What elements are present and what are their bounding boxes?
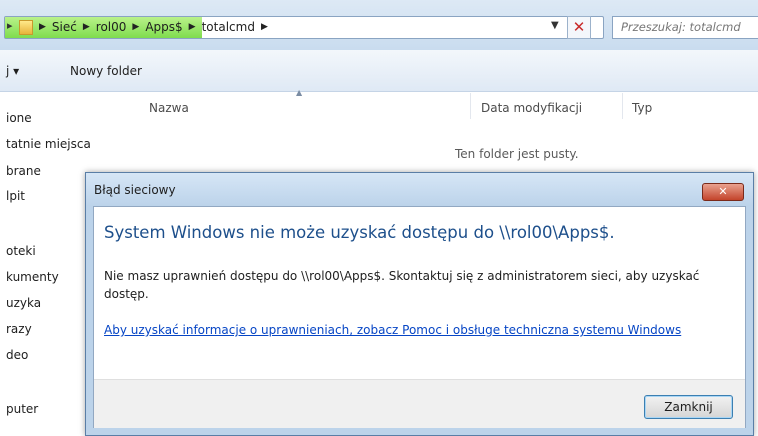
dialog-title: Błąd sieciowy [94,183,176,197]
breadcrumb-item-siec[interactable]: Sieć [52,20,77,34]
chevron-down-icon[interactable]: ▼ [551,20,559,31]
help-link[interactable]: Aby uzyskać informacje o uprawnieniach, … [104,321,714,339]
nav-item-videos[interactable]: deo [6,348,28,362]
stop-button[interactable]: ✕ [567,16,591,39]
column-header-name[interactable]: Nazwa [149,101,189,115]
dialog-footer: Zamknij [94,379,745,428]
chevron-right-icon[interactable]: ▶ [83,22,90,32]
address-bar-area: ▸ ▶ Sieć ▶ rol00 ▶ Apps$ ▶ totalcmd ▶ ▼ … [0,0,758,50]
nav-item-music[interactable]: uzyka [6,296,41,310]
breadcrumb: ▶ Sieć ▶ rol00 ▶ Apps$ ▶ totalcmd ▶ [39,20,268,34]
address-bar[interactable]: ▸ ▶ Sieć ▶ rol00 ▶ Apps$ ▶ totalcmd ▶ ▼ [4,16,604,39]
breadcrumb-item-rol00[interactable]: rol00 [96,20,127,34]
dialog-body: System Windows nie może uzyskać dostępu … [93,206,746,428]
column-divider[interactable] [622,93,623,119]
back-chevron-icon[interactable]: ▸ [7,19,13,32]
nav-item-documents[interactable]: kumenty [6,270,59,284]
empty-folder-message: Ten folder jest pusty. [455,147,579,161]
nav-item-libraries[interactable]: oteki [6,244,36,258]
breadcrumb-item-totalcmd[interactable]: totalcmd [202,20,255,34]
organize-menu[interactable]: j ▾ [6,64,19,78]
search-input[interactable]: Przeszukaj: totalcmd [612,16,758,39]
dialog-titlebar[interactable]: Błąd sieciowy ✕ [86,173,753,206]
sort-arrow-icon: ▲ [296,88,303,97]
folder-icon [19,20,33,35]
chevron-right-icon[interactable]: ▶ [132,22,139,32]
command-toolbar: j ▾ Nowy folder [0,50,758,92]
close-button[interactable]: Zamknij [644,395,733,419]
nav-item-computer[interactable]: puter [6,402,38,416]
error-message: Nie masz uprawnień dostępu do \\rol00\Ap… [104,269,700,301]
breadcrumb-item-apps[interactable]: Apps$ [145,20,182,34]
nav-item-recent-places[interactable]: tatnie miejsca [6,137,91,151]
chevron-right-icon[interactable]: ▶ [261,22,268,32]
close-icon: ✕ [572,18,586,36]
close-icon: ✕ [718,185,728,198]
error-heading: System Windows nie może uzyskać dostępu … [104,223,615,242]
nav-item-desktop[interactable]: lpit [6,189,25,203]
nav-item-pictures[interactable]: razy [6,322,32,336]
new-folder-button[interactable]: Nowy folder [70,64,142,78]
column-header-date[interactable]: Data modyfikacji [481,101,582,115]
column-divider[interactable] [470,93,471,119]
chevron-right-icon[interactable]: ▶ [39,22,46,32]
network-error-dialog: Błąd sieciowy ✕ System Windows nie może … [85,172,754,436]
nav-item-downloads[interactable]: brane [6,164,41,178]
chevron-right-icon[interactable]: ▶ [189,22,196,32]
column-header-type[interactable]: Typ [632,101,652,115]
dialog-close-button[interactable]: ✕ [702,183,744,201]
nav-item-favorites[interactable]: ione [6,111,32,125]
